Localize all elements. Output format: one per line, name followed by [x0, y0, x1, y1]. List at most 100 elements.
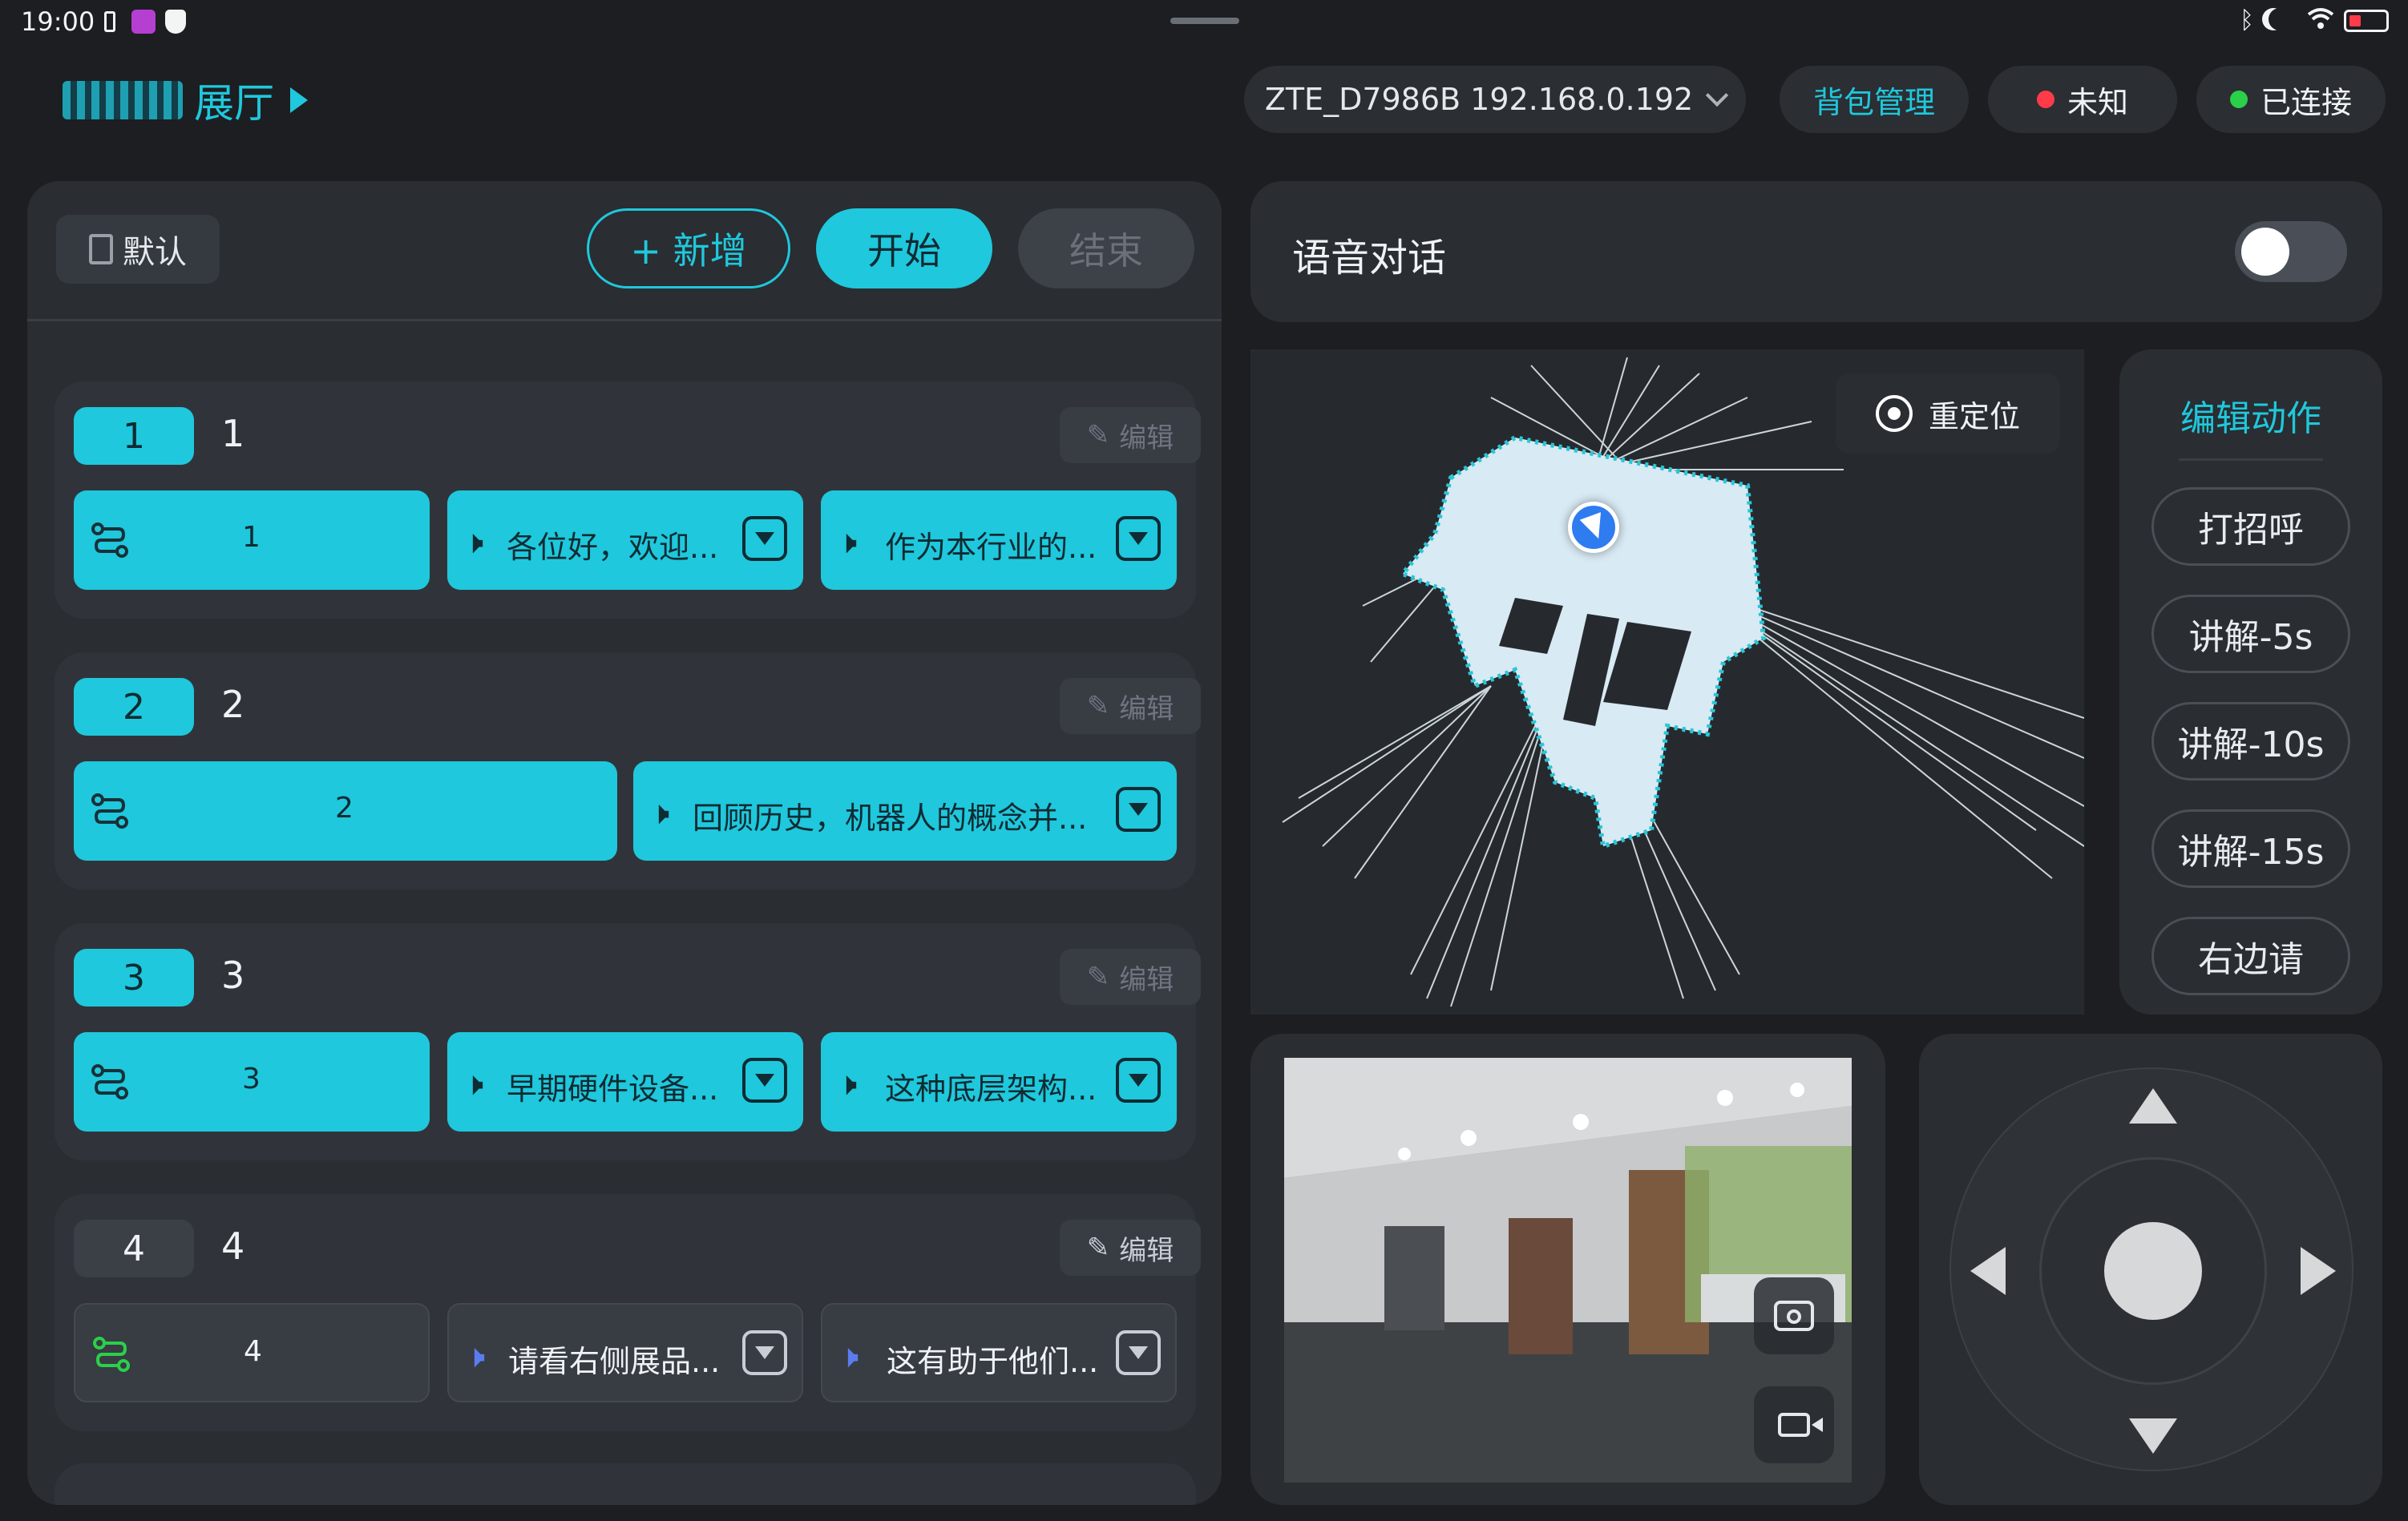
speech-chip[interactable]: 🕨 这有助于他们... [821, 1303, 1177, 1402]
speech-text: 请看右侧展品... [508, 1344, 721, 1379]
edit-button[interactable]: ✎ 编辑 [1060, 407, 1201, 463]
start-button[interactable]: 开始 [816, 208, 992, 288]
arrow-down-icon[interactable] [2129, 1418, 2177, 1454]
speaker-icon: 🕨 [837, 524, 858, 561]
speech-chip[interactable]: 🕨 各位好，欢迎... [447, 490, 803, 590]
dropdown-icon[interactable] [742, 1058, 787, 1103]
camera-snapshot-button[interactable] [1754, 1277, 1834, 1354]
speaker-icon: 🕨 [465, 1338, 486, 1375]
camera-panel [1250, 1034, 1885, 1505]
status-time: 19:00 [21, 6, 95, 37]
speech-chip[interactable]: 🕨 回顾历史，机器人的概念并... [633, 761, 1177, 861]
app-title[interactable]: 展厅 [63, 74, 308, 127]
speaker-icon: 🕨 [838, 1338, 859, 1375]
actions-title: 编辑动作 [2180, 398, 2321, 439]
end-label: 结束 [1069, 229, 1143, 272]
route-card: 3 3 ✎ 编辑 3 🕨 早期硬件设备... 🕨 这种底层架构... [55, 923, 1201, 1160]
speech-chip[interactable]: 🕨 作为本行业的... [821, 490, 1177, 590]
nav-point-label: 4 [244, 1335, 262, 1368]
navigation-point-chip[interactable]: 4 [74, 1303, 430, 1402]
dropdown-icon[interactable] [1116, 1330, 1161, 1375]
battery-small-icon [104, 11, 115, 32]
action-button-explain-5s[interactable]: 讲解-5s [2151, 595, 2350, 673]
battery-icon [2344, 10, 2389, 32]
speaker-icon: 🕨 [649, 795, 670, 832]
wifi-icon [2307, 5, 2334, 32]
speech-text: 早期硬件设备... [507, 1071, 719, 1107]
relocate-button[interactable]: 重定位 [1836, 373, 2060, 454]
map-view[interactable]: 重定位 [1250, 349, 2084, 1015]
voice-toggle[interactable] [2235, 221, 2347, 282]
toggle-knob [2241, 228, 2289, 276]
speaker-icon: 🕨 [463, 1066, 484, 1103]
voice-label: 语音对话 [1292, 236, 1447, 280]
relocate-label: 重定位 [1928, 398, 2020, 434]
video-camera-icon [1778, 1413, 1823, 1437]
action-button-explain-10s[interactable]: 讲解-10s [2151, 702, 2350, 781]
camera-record-button[interactable] [1754, 1386, 1834, 1463]
arrow-left-icon[interactable] [1970, 1247, 2006, 1295]
action-label: 讲解-5s [2188, 617, 2313, 658]
edit-label: 编辑 [1119, 422, 1174, 454]
dropdown-icon[interactable] [1116, 1058, 1161, 1103]
navigation-point-chip[interactable]: 1 [74, 490, 430, 590]
route-number-badge: 1 [74, 407, 194, 465]
dropdown-icon[interactable] [742, 516, 787, 561]
speech-chip[interactable]: 🕨 这种底层架构... [821, 1032, 1177, 1132]
speech-chip[interactable]: 🕨 早期硬件设备... [447, 1032, 803, 1132]
camera-icon [1774, 1301, 1814, 1331]
action-label: 讲解-10s [2177, 724, 2325, 765]
route-title: 2 [221, 683, 245, 726]
route-number-badge: 2 [74, 678, 194, 736]
wifi-selector[interactable]: ZTE_D7986B 192.168.0.192 [1244, 66, 1746, 133]
speech-text: 各位好，欢迎... [507, 530, 719, 565]
robot-position-marker [1568, 502, 1619, 553]
dropdown-icon[interactable] [1116, 516, 1161, 561]
nav-point-label: 2 [335, 792, 354, 825]
shield-icon [165, 10, 186, 34]
action-button-right-please[interactable]: 右边请 [2151, 917, 2350, 995]
navigation-point-chip[interactable]: 3 [74, 1032, 430, 1132]
route-number-badge: 3 [74, 949, 194, 1007]
edit-button[interactable]: ✎ 编辑 [1060, 949, 1201, 1005]
add-button[interactable]: + 新增 [587, 208, 790, 288]
drag-handle[interactable] [1170, 18, 1239, 24]
pencil-icon: ✎ [1086, 1232, 1110, 1264]
pencil-icon: ✎ [1086, 961, 1110, 993]
wifi-selector-label: ZTE_D7986B 192.168.0.192 [1264, 82, 1694, 117]
arrow-up-icon[interactable] [2129, 1088, 2177, 1124]
speech-chip[interactable]: 🕨 请看右侧展品... [447, 1303, 803, 1402]
joystick-panel [1919, 1034, 2382, 1505]
route-card: 2 2 ✎ 编辑 2 🕨 回顾历史，机器人的概念并... [55, 652, 1201, 890]
green-status-dot [2229, 91, 2248, 108]
edit-button[interactable]: ✎ 编辑 [1060, 678, 1201, 734]
toolbar-divider [27, 319, 1222, 321]
route-number: 1 [123, 415, 145, 457]
backpack-button-label: 背包管理 [1812, 84, 1935, 120]
route-number: 3 [123, 957, 145, 999]
navigation-point-chip[interactable]: 2 [74, 761, 617, 861]
speaker-icon: 🕨 [463, 524, 484, 561]
joystick-knob[interactable] [2104, 1222, 2202, 1320]
default-selector[interactable]: 默认 [56, 215, 220, 284]
dropdown-icon[interactable] [742, 1330, 787, 1375]
action-button-greet[interactable]: 打招呼 [2151, 487, 2350, 566]
backpack-button[interactable]: 背包管理 [1780, 66, 1969, 133]
route-icon [91, 793, 128, 829]
status-unknown-label: 未知 [2067, 84, 2128, 120]
end-button[interactable]: 结束 [1018, 208, 1194, 288]
default-label: 默认 [123, 234, 187, 271]
dropdown-icon[interactable] [1116, 787, 1161, 832]
route-icon [91, 522, 128, 558]
play-triangle-icon [290, 87, 308, 113]
nav-point-label: 3 [242, 1063, 261, 1095]
edit-label: 编辑 [1119, 963, 1174, 996]
route-card: 1 1 ✎ 编辑 1 🕨 各位好，欢迎... 🕨 作为本行业的... [55, 381, 1201, 619]
arrow-right-icon[interactable] [2301, 1247, 2336, 1295]
joystick-outer-ring[interactable] [1949, 1067, 2353, 1471]
action-button-explain-15s[interactable]: 讲解-15s [2151, 809, 2350, 888]
edit-label: 编辑 [1119, 692, 1174, 725]
action-label: 右边请 [2198, 939, 2304, 980]
red-status-dot [2036, 91, 2054, 108]
edit-button[interactable]: ✎ 编辑 [1060, 1220, 1201, 1276]
